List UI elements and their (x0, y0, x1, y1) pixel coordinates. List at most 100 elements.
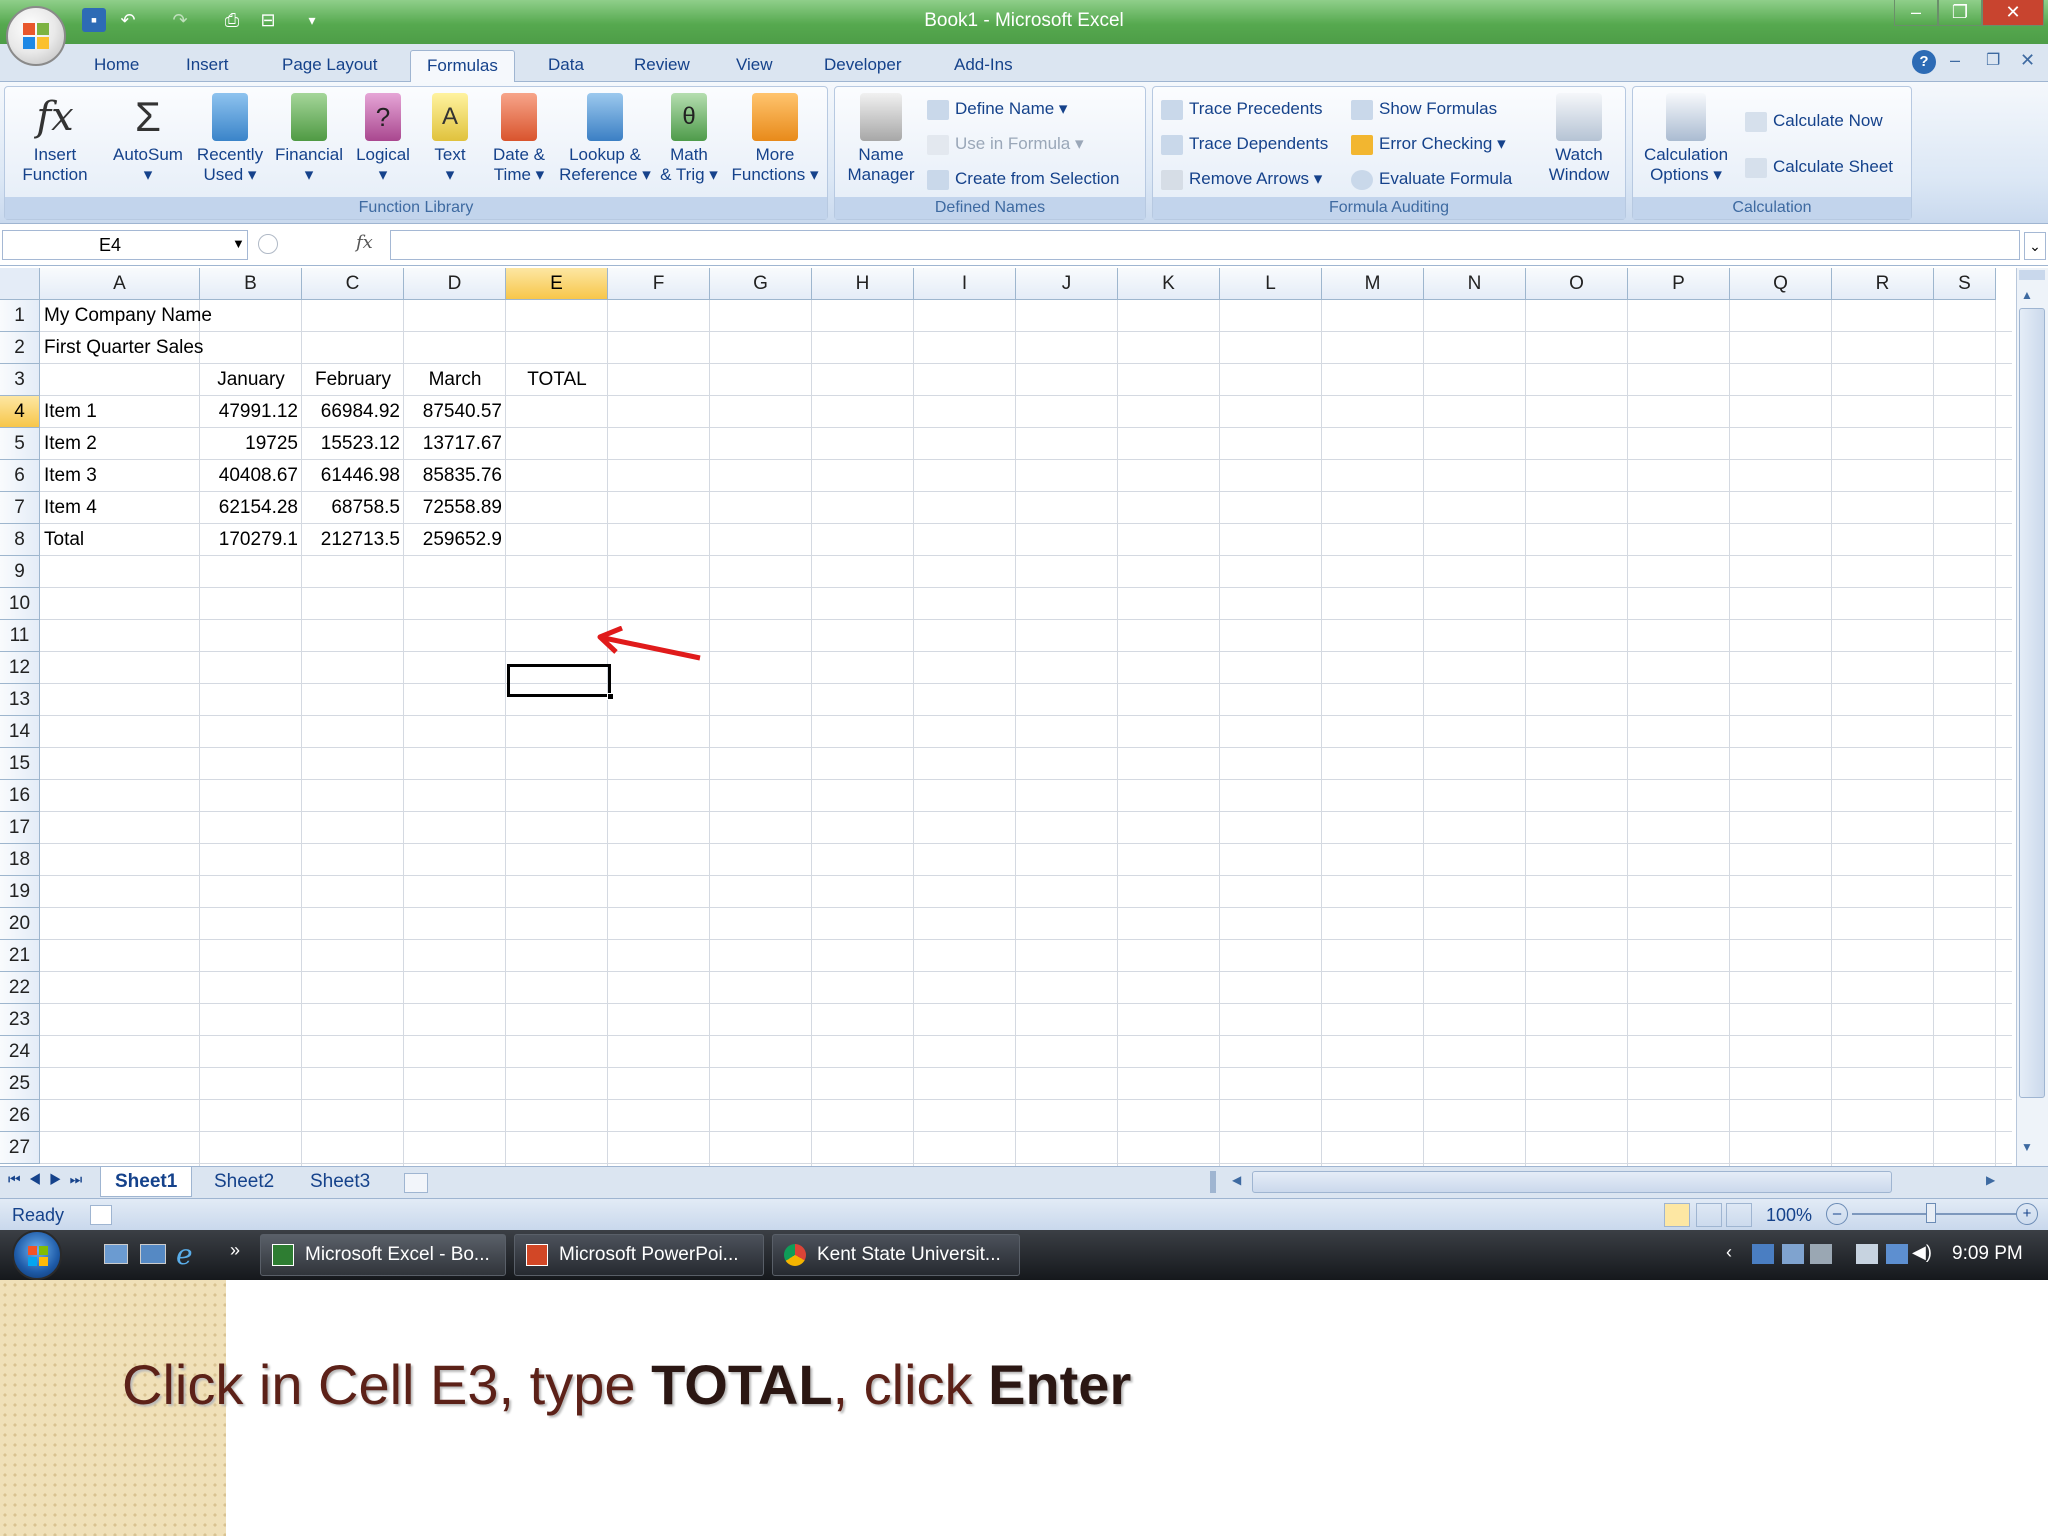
row-header-11[interactable]: 11 (0, 620, 40, 652)
internet-explorer-icon[interactable]: e (176, 1238, 193, 1271)
financial-button[interactable]: Financial ▾ (269, 93, 349, 185)
watch-window-button[interactable]: Watch Window (1537, 93, 1621, 185)
row-header-1[interactable]: 1 (0, 300, 40, 332)
tray-expand-icon[interactable]: ‹ (1726, 1242, 1732, 1263)
cell-b5[interactable]: 19725 (200, 428, 302, 460)
column-header-b[interactable]: B (200, 268, 302, 300)
taskbar-item-excel[interactable]: Microsoft Excel - Bo... (260, 1234, 506, 1276)
column-header-o[interactable]: O (1526, 268, 1628, 300)
tab-data[interactable]: Data (532, 50, 600, 82)
expand-formula-bar-icon[interactable]: ⌄ (2024, 232, 2046, 260)
page-layout-view-icon[interactable] (1696, 1203, 1722, 1227)
row-header-27[interactable]: 27 (0, 1132, 40, 1164)
tab-developer[interactable]: Developer (808, 50, 918, 82)
page-break-view-icon[interactable] (1726, 1203, 1752, 1227)
row-header-3[interactable]: 3 (0, 364, 40, 396)
row-header-20[interactable]: 20 (0, 908, 40, 940)
restore-icon[interactable]: ❐ (1938, 0, 1982, 26)
row-header-18[interactable]: 18 (0, 844, 40, 876)
cell-a2[interactable]: First Quarter Sales (44, 332, 344, 364)
tab-view[interactable]: View (720, 50, 789, 82)
row-header-5[interactable]: 5 (0, 428, 40, 460)
tab-home[interactable]: Home (78, 50, 155, 82)
tab-page-layout[interactable]: Page Layout (266, 50, 393, 82)
cell-b4[interactable]: 47991.12 (200, 396, 302, 428)
text-button[interactable]: A Text ▾ (419, 93, 481, 185)
column-header-p[interactable]: P (1628, 268, 1730, 300)
cell-d7[interactable]: 72558.89 (404, 492, 506, 524)
start-button[interactable] (12, 1230, 62, 1280)
row-header-16[interactable]: 16 (0, 780, 40, 812)
row-header-21[interactable]: 21 (0, 940, 40, 972)
device-tray-icon[interactable] (1810, 1244, 1832, 1264)
scroll-right-icon[interactable]: ▶ (1986, 1173, 1995, 1187)
trace-dependents-button[interactable]: Trace Dependents (1161, 130, 1328, 158)
display-tray-icon[interactable] (1782, 1244, 1804, 1264)
sheet-tab-2[interactable]: Sheet2 (200, 1167, 288, 1197)
scroll-thumb[interactable] (2019, 308, 2045, 1098)
remove-arrows-button[interactable]: Remove Arrows ▾ (1161, 165, 1322, 193)
undo-icon[interactable]: ↶ (116, 8, 140, 32)
create-from-selection-button[interactable]: Create from Selection (927, 165, 1119, 193)
zoom-in-icon[interactable]: + (2016, 1203, 2038, 1225)
column-header-f[interactable]: F (608, 268, 710, 300)
print-icon[interactable]: ⊟ (256, 8, 280, 32)
normal-view-icon[interactable] (1664, 1203, 1690, 1227)
row-header-8[interactable]: 8 (0, 524, 40, 556)
cell-c3[interactable]: February (302, 364, 404, 396)
network-tray-icon[interactable] (1752, 1244, 1774, 1264)
row-header-23[interactable]: 23 (0, 1004, 40, 1036)
row-header-9[interactable]: 9 (0, 556, 40, 588)
cell-b8[interactable]: 170279.1 (200, 524, 302, 556)
more-functions-button[interactable]: More Functions ▾ (727, 93, 823, 185)
column-header-m[interactable]: M (1322, 268, 1424, 300)
name-box[interactable]: E4 (2, 230, 248, 260)
workbook-restore-icon[interactable]: ❐ (1986, 50, 2000, 70)
workbook-close-icon[interactable]: ✕ (2020, 50, 2035, 71)
row-header-14[interactable]: 14 (0, 716, 40, 748)
help-icon[interactable]: ? (1912, 50, 1936, 74)
tab-insert[interactable]: Insert (170, 50, 245, 82)
calculation-options-button[interactable]: Calculation Options ▾ (1637, 93, 1735, 185)
logical-button[interactable]: ? Logical ▾ (349, 93, 417, 185)
tab-formulas[interactable]: Formulas (410, 50, 515, 82)
insert-worksheet-icon[interactable] (404, 1173, 428, 1193)
row-header-12[interactable]: 12 (0, 652, 40, 684)
column-header-d[interactable]: D (404, 268, 506, 300)
redo-icon[interactable]: ↷ (168, 8, 192, 32)
sheet-nav-icon[interactable]: ⏮◀▶⏭ (8, 1171, 90, 1188)
math-trig-button[interactable]: θ Math & Trig ▾ (655, 93, 723, 185)
close-icon[interactable]: ✕ (1982, 0, 2044, 26)
cell-d8[interactable]: 259652.9 (404, 524, 506, 556)
trace-precedents-button[interactable]: Trace Precedents (1161, 95, 1323, 123)
autosum-button[interactable]: Σ AutoSum ▾ (107, 93, 189, 185)
save-icon[interactable]: ▪ (82, 8, 106, 32)
customize-icon[interactable]: ▾ (300, 8, 324, 32)
cell-c6[interactable]: 61446.98 (302, 460, 404, 492)
row-header-15[interactable]: 15 (0, 748, 40, 780)
volume-tray-icon[interactable]: ◀) (1912, 1242, 1932, 1263)
horizontal-scroll-thumb[interactable] (1252, 1171, 1892, 1193)
cell-c8[interactable]: 212713.5 (302, 524, 404, 556)
row-header-13[interactable]: 13 (0, 684, 40, 716)
cell-d4[interactable]: 87540.57 (404, 396, 506, 428)
sheet-tab-1[interactable]: Sheet1 (100, 1167, 193, 1197)
column-header-n[interactable]: N (1424, 268, 1526, 300)
row-header-24[interactable]: 24 (0, 1036, 40, 1068)
row-header-17[interactable]: 17 (0, 812, 40, 844)
cell-c5[interactable]: 15523.12 (302, 428, 404, 460)
name-manager-button[interactable]: Name Manager (839, 93, 923, 185)
select-all-corner[interactable] (0, 268, 40, 300)
use-in-formula-button[interactable]: Use in Formula ▾ (927, 130, 1084, 158)
minimize-icon[interactable]: – (1894, 0, 1938, 26)
column-header-j[interactable]: J (1016, 268, 1118, 300)
vertical-scrollbar[interactable]: ▲ ▼ (2016, 268, 2048, 1166)
sheet-tab-3[interactable]: Sheet3 (296, 1167, 384, 1197)
zoom-out-icon[interactable]: – (1826, 1203, 1848, 1225)
show-formulas-button[interactable]: Show Formulas (1351, 95, 1497, 123)
error-checking-button[interactable]: Error Checking ▾ (1351, 130, 1506, 158)
column-header-l[interactable]: L (1220, 268, 1322, 300)
cell-c7[interactable]: 68758.5 (302, 492, 404, 524)
workbook-minimize-icon[interactable]: – (1950, 50, 1960, 71)
tab-add-ins[interactable]: Add-Ins (938, 50, 1029, 82)
